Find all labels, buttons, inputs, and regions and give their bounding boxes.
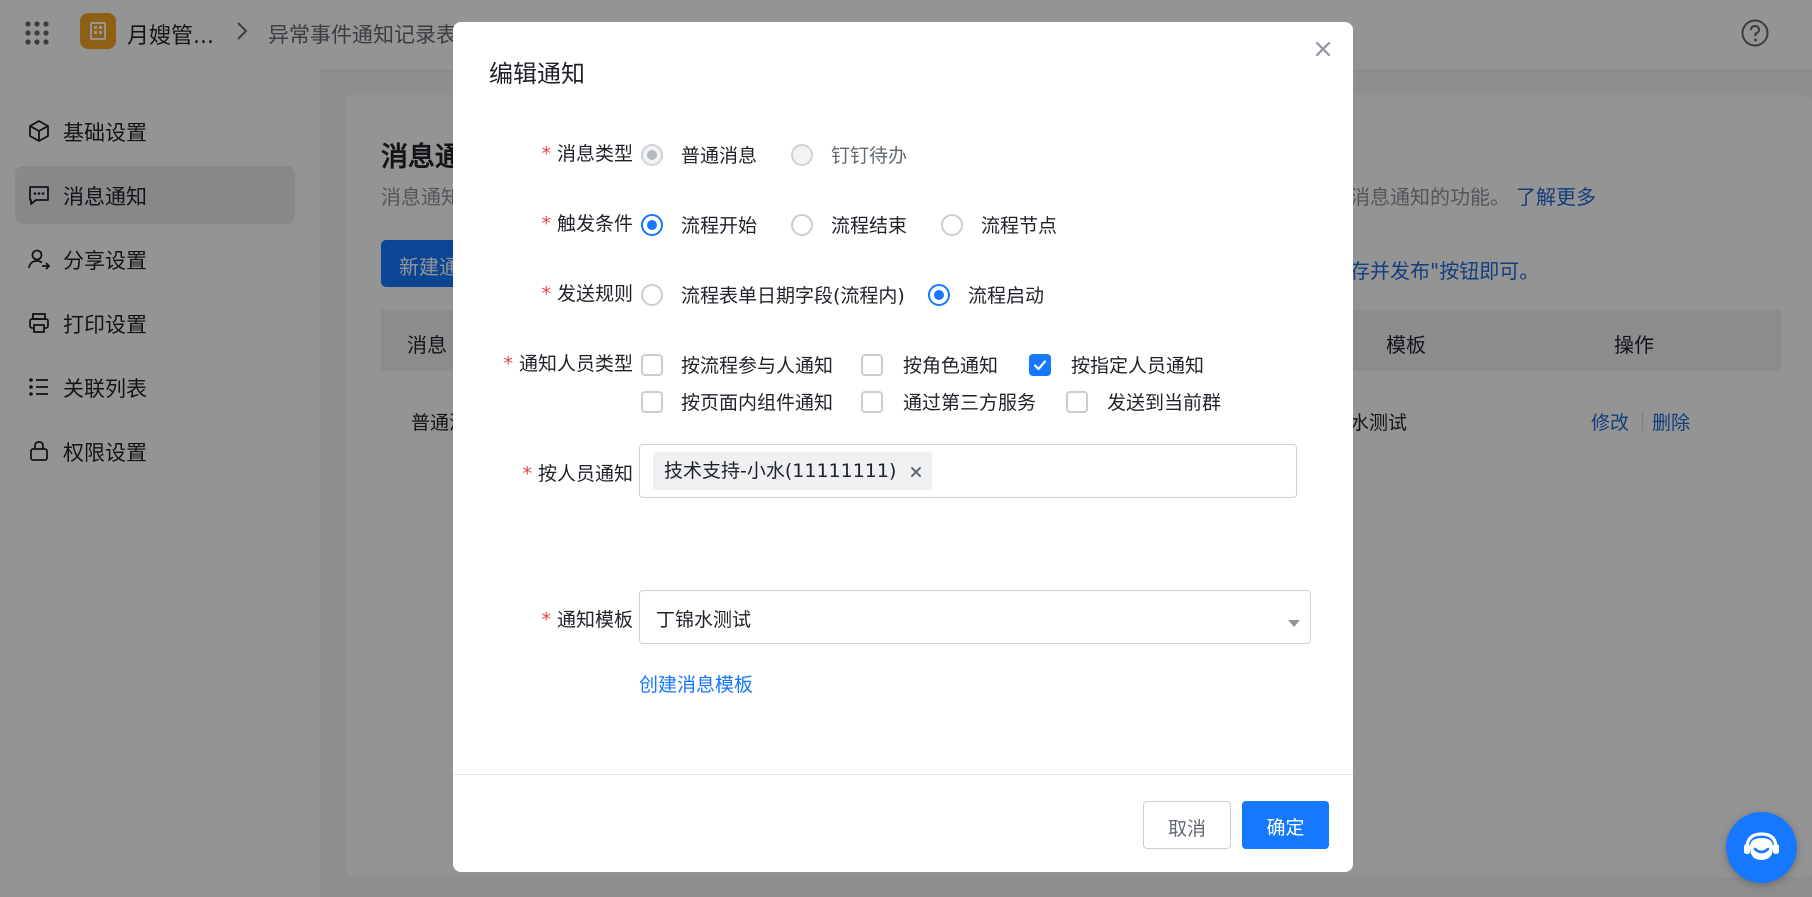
customer-service-button[interactable] <box>1726 812 1797 883</box>
radio-normal-message-label: 普通消息 <box>681 145 758 167</box>
person-label-text: 按人员通知 <box>537 463 633 485</box>
check-icon <box>1033 360 1047 371</box>
radio-process-node[interactable] <box>941 214 963 236</box>
radio-process-launch[interactable] <box>928 284 950 306</box>
required-mark: * <box>541 213 551 235</box>
checkbox-role[interactable] <box>861 354 883 376</box>
cancel-button-label: 取消 <box>1167 818 1206 840</box>
send-rule-label-text: 发送规则 <box>556 283 633 305</box>
person-label: * 按人员通知 <box>453 459 633 486</box>
remove-tag-icon[interactable] <box>909 464 923 478</box>
radio-process-start-label: 流程开始 <box>681 215 758 237</box>
checkbox-process-participant[interactable] <box>641 354 663 376</box>
template-select[interactable]: 丁锦水测试 <box>639 590 1311 644</box>
message-type-label-text: 消息类型 <box>556 143 633 165</box>
radio-process-end-label: 流程结束 <box>831 215 908 237</box>
radio-form-date-field-label: 流程表单日期字段(流程内) <box>681 285 905 307</box>
radio-process-node-label: 流程节点 <box>981 215 1058 237</box>
template-select-value: 丁锦水测试 <box>656 609 752 631</box>
person-tag-label: 技术支持-小水(11111111) <box>664 460 897 482</box>
person-selector[interactable]: 技术支持-小水(11111111) <box>639 444 1297 498</box>
cancel-button[interactable]: 取消 <box>1143 801 1231 849</box>
radio-process-launch-label: 流程启动 <box>968 285 1045 307</box>
edit-notification-dialog: 编辑通知 * 消息类型 普通消息 钉钉待办 * 触发条件 流程开始 流程结束 流程节… <box>453 22 1353 872</box>
close-icon[interactable] <box>1311 37 1335 61</box>
checkbox-page-component-label: 按页面内组件通知 <box>681 392 834 414</box>
template-label: * 通知模板 <box>453 605 633 632</box>
radio-dingtalk-todo[interactable] <box>791 144 813 166</box>
create-template-link[interactable]: 创建消息模板 <box>639 670 753 697</box>
radio-process-start[interactable] <box>641 214 663 236</box>
template-label-text: 通知模板 <box>556 609 633 631</box>
checkbox-specified-person-label: 按指定人员通知 <box>1071 355 1205 377</box>
required-mark: * <box>541 283 551 305</box>
trigger-label-text: 触发条件 <box>556 213 633 235</box>
radio-dingtalk-todo-label: 钉钉待办 <box>831 145 908 167</box>
checkbox-process-participant-label: 按流程参与人通知 <box>681 355 834 377</box>
required-mark: * <box>541 143 551 165</box>
checkbox-specified-person[interactable] <box>1029 354 1051 376</box>
send-rule-label: * 发送规则 <box>453 279 633 306</box>
radio-form-date-field[interactable] <box>641 284 663 306</box>
trigger-label: * 触发条件 <box>453 209 633 236</box>
checkbox-current-group-label: 发送到当前群 <box>1107 392 1222 414</box>
radio-normal-message[interactable] <box>641 144 663 166</box>
person-tag: 技术支持-小水(11111111) <box>653 452 933 490</box>
required-mark: * <box>503 353 513 375</box>
confirm-button-label: 确定 <box>1266 817 1305 839</box>
required-mark: * <box>541 609 551 631</box>
dialog-footer-divider <box>453 774 1353 775</box>
headset-chat-icon <box>1744 832 1779 860</box>
radio-process-end[interactable] <box>791 214 813 236</box>
caret-down-icon <box>1288 613 1300 627</box>
checkbox-third-party[interactable] <box>861 391 883 413</box>
required-mark: * <box>522 463 532 485</box>
checkbox-third-party-label: 通过第三方服务 <box>903 392 1037 414</box>
checkbox-role-label: 按角色通知 <box>903 355 999 377</box>
notify-type-label: * 通知人员类型 <box>453 349 633 376</box>
confirm-button[interactable]: 确定 <box>1242 801 1329 849</box>
checkbox-current-group[interactable] <box>1066 391 1088 413</box>
checkbox-page-component[interactable] <box>641 391 663 413</box>
dialog-title: 编辑通知 <box>489 60 585 88</box>
notify-type-label-text: 通知人员类型 <box>518 353 633 375</box>
message-type-label: * 消息类型 <box>453 139 633 166</box>
